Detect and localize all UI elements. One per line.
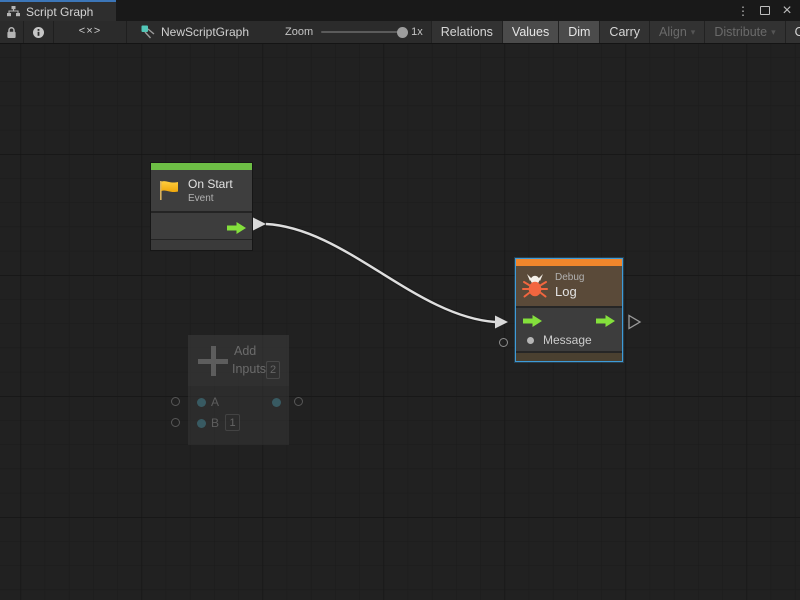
debug-log-titles: Debug Log <box>555 271 584 300</box>
port-b-input[interactable] <box>197 419 206 428</box>
script-graph-window: Script Graph ⋮ × <box>0 0 800 600</box>
node-title-line2: Inputs <box>232 362 266 376</box>
window-menu-icon[interactable]: ⋮ <box>734 2 752 20</box>
node-add-inputs-ghost[interactable]: Add Inputs 2 A B 1 <box>188 335 289 445</box>
graph-icon <box>7 6 20 17</box>
on-start-body <box>151 211 252 239</box>
on-start-footer <box>151 239 252 250</box>
dim-button[interactable]: Dim <box>558 21 599 43</box>
add-inputs-body: A B 1 <box>188 386 289 445</box>
toolbar-toggle-group: Relations Values Dim Carry Align ▾ Distr… <box>431 21 800 43</box>
values-button[interactable]: Values <box>502 21 558 43</box>
port-a-connect-circle[interactable] <box>171 397 180 406</box>
zoom-control: Zoom 1x <box>285 21 431 43</box>
graph-name-button[interactable]: NewScriptGraph <box>127 21 261 43</box>
relations-button[interactable]: Relations <box>431 21 502 43</box>
node-title-line1: Add <box>234 344 256 358</box>
align-dropdown[interactable]: Align ▾ <box>649 21 704 43</box>
info-icon[interactable] <box>24 21 53 43</box>
plus-icon <box>198 346 228 376</box>
tab-script-graph[interactable]: Script Graph <box>0 0 116 21</box>
port-a-label: A <box>211 395 219 409</box>
window-controls: ⋮ × <box>734 0 796 21</box>
maximize-icon[interactable] <box>756 2 774 20</box>
add-inputs-header: Add Inputs 2 <box>188 335 289 386</box>
lock-icon[interactable] <box>0 21 23 43</box>
port-b-value-field[interactable]: 1 <box>225 414 240 431</box>
flag-icon <box>157 179 181 202</box>
close-icon[interactable]: × <box>778 2 796 20</box>
inputs-count-field[interactable]: 2 <box>266 361 280 379</box>
debug-log-footer <box>516 351 622 361</box>
script-graph-asset-icon <box>141 25 155 39</box>
node-debug-log[interactable]: Debug Log Message <box>515 258 623 362</box>
node-category: Debug <box>555 271 584 284</box>
node-title: On Start <box>188 177 233 192</box>
flow-arrow-icon <box>227 222 246 234</box>
carry-button[interactable]: Carry <box>599 21 649 43</box>
flow-arrow-icon <box>596 315 615 327</box>
on-start-titles: On Start Event <box>188 177 233 205</box>
output-connect-circle[interactable] <box>294 397 303 406</box>
grid <box>0 44 800 600</box>
flow-output-port[interactable] <box>227 221 246 239</box>
message-port-connect-circle[interactable] <box>499 338 508 347</box>
debug-accent-bar <box>516 259 622 266</box>
event-accent-bar <box>151 163 252 170</box>
zoom-level: 1x <box>411 26 423 38</box>
zoom-slider-handle[interactable] <box>397 27 408 38</box>
graph-name-label: NewScriptGraph <box>161 25 249 39</box>
node-subtitle: Event <box>188 192 233 205</box>
message-input-port[interactable] <box>527 337 534 344</box>
port-a-input[interactable] <box>197 398 206 407</box>
node-title: Log <box>555 284 584 300</box>
chevron-down-icon: ▾ <box>771 27 776 38</box>
node-on-start[interactable]: On Start Event <box>150 162 253 251</box>
port-b-label: B <box>211 416 219 430</box>
title-bar: Script Graph ⋮ × <box>0 0 800 21</box>
flow-arrow-icon <box>523 315 542 327</box>
port-b-connect-circle[interactable] <box>171 418 180 427</box>
result-output-port[interactable] <box>272 398 281 407</box>
tab-title: Script Graph <box>26 5 93 19</box>
zoom-label: Zoom <box>285 26 313 38</box>
graph-canvas[interactable]: On Start Event <box>0 44 800 600</box>
overview-button[interactable]: Overview <box>785 21 800 43</box>
debug-log-message-row: Message <box>516 330 622 351</box>
bug-icon <box>522 273 548 299</box>
zoom-slider[interactable] <box>321 31 403 33</box>
on-start-header: On Start Event <box>151 170 252 211</box>
distribute-dropdown[interactable]: Distribute ▾ <box>704 21 784 43</box>
chevron-down-icon: ▾ <box>691 27 696 38</box>
debug-log-header: Debug Log <box>516 266 622 306</box>
code-preview-icon[interactable]: <×> <box>54 21 126 43</box>
debug-log-flow-row <box>516 306 622 330</box>
toolbar: <×> NewScriptGraph Zoom 1x Relations Val… <box>0 21 800 44</box>
message-port-label: Message <box>543 333 592 347</box>
